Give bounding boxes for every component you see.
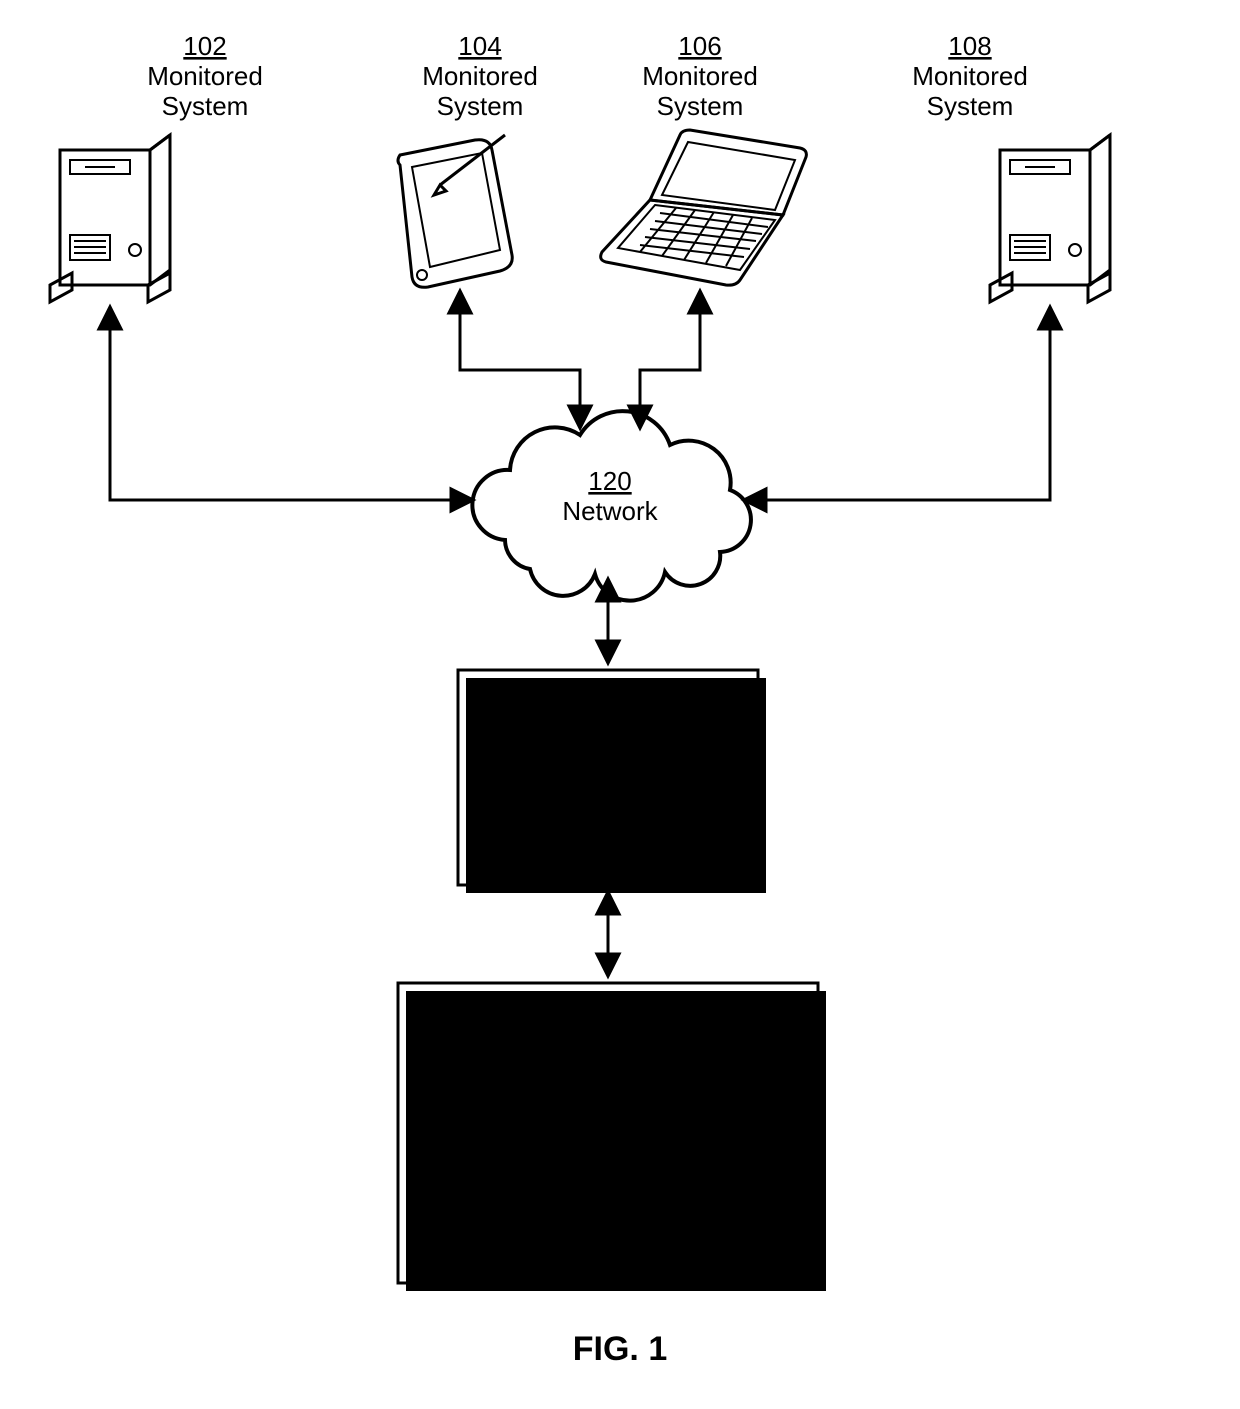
lbl-108a: Monitored (912, 61, 1028, 91)
ref-102: 102 (183, 31, 226, 61)
monitoring-box: 112 Monitoring System 116 Page Load Time… (398, 983, 826, 1291)
lbl-114b: Metrics (566, 814, 650, 844)
ref-104: 104 (458, 31, 501, 61)
ref-110: 110 (587, 678, 628, 708)
server-icon-102 (50, 135, 170, 302)
lbl-120: Network (562, 496, 658, 526)
application-box: 110 Application 114 Performance Metrics (458, 670, 766, 893)
lbl-104a: Monitored (422, 61, 538, 91)
ref-118: 118 (587, 1169, 628, 1199)
lbl-116: Page Load Times (507, 1104, 709, 1134)
ref-106: 106 (678, 31, 721, 61)
lbl-110: Application (544, 708, 671, 738)
ref-108: 108 (948, 31, 991, 61)
lbl-112: Monitoring System (500, 1021, 715, 1051)
tablet-icon-104 (398, 135, 512, 287)
lbl-106a: Monitored (642, 61, 758, 91)
lbl-102b: System (162, 91, 249, 121)
server-icon-108 (990, 135, 1110, 302)
ref-116: 116 (587, 1074, 628, 1104)
cloud-network: 120 Network (472, 411, 751, 601)
ref-114: 114 (587, 754, 628, 784)
lbl-102a: Monitored (147, 61, 263, 91)
lbl-114a: Performance (534, 784, 683, 814)
ref-120: 120 (588, 466, 631, 496)
lbl-108b: System (927, 91, 1014, 121)
lbl-104b: System (437, 91, 524, 121)
figure-1-diagram: 102 Monitored System 104 Monitored Syste… (0, 0, 1240, 1409)
lbl-106b: System (657, 91, 744, 121)
figure-label: FIG. 1 (573, 1330, 667, 1368)
laptop-icon-106 (601, 130, 807, 285)
connectors-top (110, 292, 1050, 500)
lbl-118: Visualizations (529, 1199, 688, 1229)
ref-112: 112 (587, 991, 628, 1021)
